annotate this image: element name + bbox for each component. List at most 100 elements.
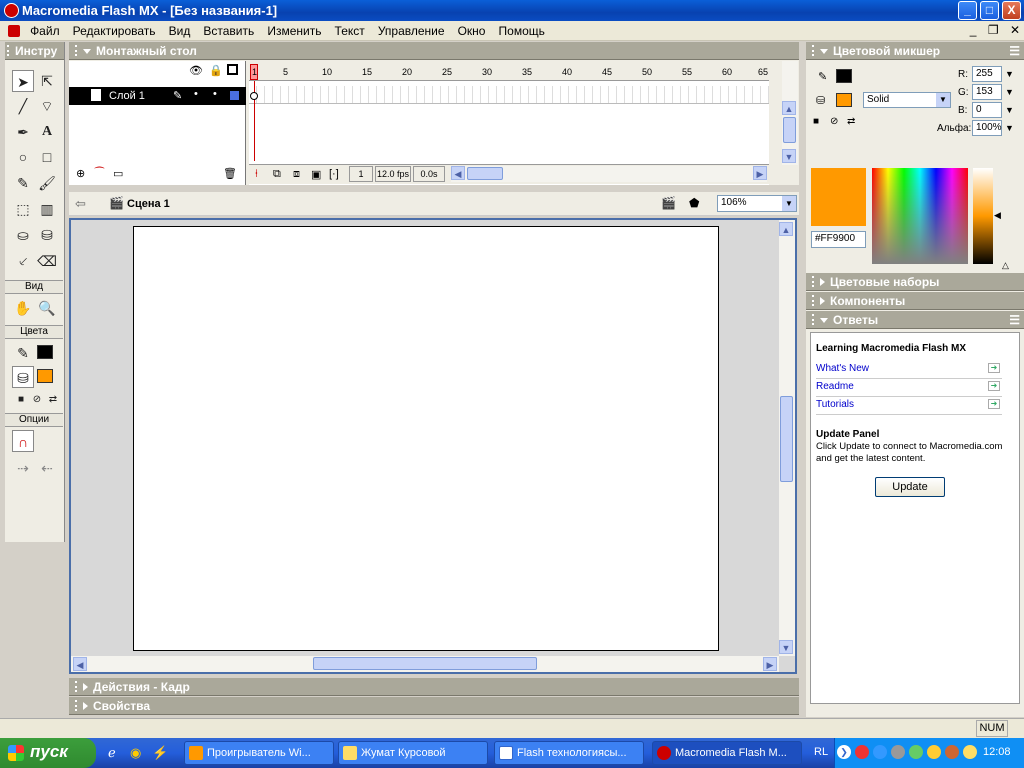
task-folder[interactable]: Жумат Курсовой	[338, 741, 488, 765]
line-tool-icon[interactable]: ╱	[12, 95, 34, 117]
collapse-arrow-icon[interactable]	[83, 49, 91, 54]
color-mixer-header[interactable]: Цветовой микшер ☰	[806, 42, 1024, 60]
outline-color-square[interactable]	[230, 91, 239, 100]
add-guide-layer-icon[interactable]: ⁀	[95, 167, 104, 180]
panel-menu-icon[interactable]: ☰	[1009, 313, 1020, 327]
g-chevron-icon[interactable]: ▼	[1005, 87, 1014, 97]
grip-icon[interactable]	[812, 314, 816, 325]
smooth-option-icon[interactable]: ⇢	[12, 457, 34, 479]
scroll-thumb[interactable]	[313, 657, 537, 670]
menu-help[interactable]: Помощь	[494, 21, 550, 38]
language-indicator[interactable]: RL	[814, 746, 828, 758]
window-titlebar[interactable]: Macromedia Flash MX - [Без названия-1] _…	[0, 0, 1024, 21]
tray-network-icon[interactable]	[873, 745, 887, 759]
alpha-field[interactable]: 100%	[972, 120, 1002, 136]
oval-tool-icon[interactable]: ○	[12, 146, 34, 168]
doc-close-icon[interactable]: ✕	[1010, 23, 1020, 37]
menu-edit[interactable]: Редактировать	[68, 21, 161, 38]
grip-icon[interactable]	[75, 681, 79, 692]
rectangle-tool-icon[interactable]: □	[36, 146, 58, 168]
scroll-up-icon[interactable]: ▲	[782, 101, 796, 115]
zoom-select[interactable]: 106% ▼	[717, 195, 797, 212]
color-swatches-header[interactable]: Цветовые наборы	[806, 273, 1024, 291]
stage-canvas[interactable]	[133, 226, 719, 651]
swap-colors-icon[interactable]: ⇄	[847, 116, 855, 127]
no-color-icon[interactable]: ⊘	[830, 116, 838, 127]
grip-icon[interactable]	[7, 45, 11, 56]
g-field[interactable]: 153	[972, 84, 1002, 100]
insert-layer-icon[interactable]: ⊕	[76, 167, 85, 180]
actions-panel-header[interactable]: Действия - Кадр	[69, 678, 799, 696]
frame-strip[interactable]	[249, 86, 769, 104]
tray-app-icon[interactable]	[945, 745, 959, 759]
properties-panel-header[interactable]: Свойства	[69, 697, 799, 715]
ink-bottle-tool-icon[interactable]: ⛀	[12, 224, 34, 246]
b-chevron-icon[interactable]: ▼	[1005, 105, 1014, 115]
center-frame-icon[interactable]: ⍿	[255, 168, 258, 181]
expand-arrow-icon[interactable]: △	[1002, 260, 1009, 271]
timeline-header[interactable]: Монтажный стол	[69, 42, 799, 60]
quicklaunch-app-icon[interactable]: ⚡	[152, 745, 168, 761]
document-icon[interactable]	[8, 25, 20, 37]
scroll-left-icon[interactable]: ◀	[73, 657, 87, 671]
menu-view[interactable]: Вид	[164, 21, 196, 38]
start-button[interactable]: пуск	[0, 738, 96, 768]
free-transform-tool-icon[interactable]: ⬚	[12, 198, 34, 220]
maximize-button[interactable]: □	[980, 1, 999, 20]
keyframe[interactable]	[250, 92, 258, 100]
eraser-tool-icon[interactable]: ⌫	[36, 250, 58, 272]
r-field[interactable]: 255	[972, 66, 1002, 82]
tray-update-icon[interactable]	[909, 745, 923, 759]
doc-restore-icon[interactable]: ❐	[988, 23, 999, 37]
close-button[interactable]: X	[1002, 1, 1021, 20]
grip-icon[interactable]	[812, 276, 816, 287]
grip-icon[interactable]	[75, 700, 79, 711]
mixer-fill-swatch[interactable]	[836, 93, 852, 107]
arrow-tool-icon[interactable]: ➤	[12, 70, 34, 92]
scroll-up-icon[interactable]: ▲	[779, 222, 793, 236]
back-arrow-icon[interactable]: ⇦	[75, 196, 86, 212]
edit-symbols-icon[interactable]: ⬟	[689, 196, 699, 210]
expand-arrow-icon[interactable]	[83, 702, 88, 710]
layer-row[interactable]: Слой 1 ✎ • •	[69, 87, 246, 105]
menu-insert[interactable]: Вставить	[198, 21, 259, 38]
chevron-down-icon[interactable]: ▼	[936, 93, 950, 107]
answers-header[interactable]: Ответы ☰	[806, 311, 1024, 329]
menu-window[interactable]: Окно	[453, 21, 491, 38]
grip-icon[interactable]	[812, 45, 816, 56]
timeline-ruler[interactable]: 1 5 10 15 20 25 30 35 40 45 50 55 60 65	[249, 61, 769, 81]
link-whats-new[interactable]: What's New ➜	[816, 361, 1002, 379]
lock-dot[interactable]: •	[213, 88, 217, 100]
minimize-button[interactable]: _	[958, 1, 977, 20]
lasso-tool-icon[interactable]: ⌔	[36, 95, 58, 117]
subselect-tool-icon[interactable]: ⇱	[36, 70, 58, 92]
doc-minimize-icon[interactable]: _	[970, 23, 977, 37]
straighten-option-icon[interactable]: ⇠	[36, 457, 58, 479]
onion-outlines-icon[interactable]: ⧈	[293, 168, 300, 181]
tray-expand-icon[interactable]: ❯	[837, 745, 851, 759]
scroll-left-icon[interactable]: ◀	[451, 166, 465, 180]
expand-arrow-icon[interactable]	[820, 278, 825, 286]
text-tool-icon[interactable]: A	[36, 121, 58, 143]
quicklaunch-ie-icon[interactable]: ℯ	[108, 745, 116, 761]
tray-speaker-icon[interactable]	[891, 745, 905, 759]
trash-icon[interactable]: 🗑	[223, 167, 237, 180]
grip-icon[interactable]	[75, 45, 79, 56]
quicklaunch-media-icon[interactable]: ◉	[130, 745, 141, 761]
scroll-right-icon[interactable]: ▶	[763, 657, 777, 671]
mixer-stroke-swatch[interactable]	[836, 69, 852, 83]
swap-colors-icon[interactable]: ⇄	[42, 389, 64, 411]
color-spectrum[interactable]	[872, 168, 968, 264]
fill-transform-tool-icon[interactable]: ▥	[36, 198, 58, 220]
components-header[interactable]: Компоненты	[806, 292, 1024, 310]
brightness-slider[interactable]	[973, 168, 993, 264]
insert-folder-icon[interactable]: ▭	[113, 167, 123, 180]
scroll-thumb[interactable]	[780, 396, 793, 482]
link-tutorials[interactable]: Tutorials ➜	[816, 397, 1002, 415]
scroll-down-icon[interactable]: ▼	[782, 149, 796, 163]
default-colors-icon[interactable]: ■	[813, 116, 819, 127]
eyedropper-tool-icon[interactable]: ⸔	[12, 250, 34, 272]
eye-icon[interactable]: 👁	[189, 64, 203, 77]
tray-security-icon[interactable]	[927, 745, 941, 759]
stage-vscroll[interactable]: ▲ ▼	[779, 220, 795, 656]
